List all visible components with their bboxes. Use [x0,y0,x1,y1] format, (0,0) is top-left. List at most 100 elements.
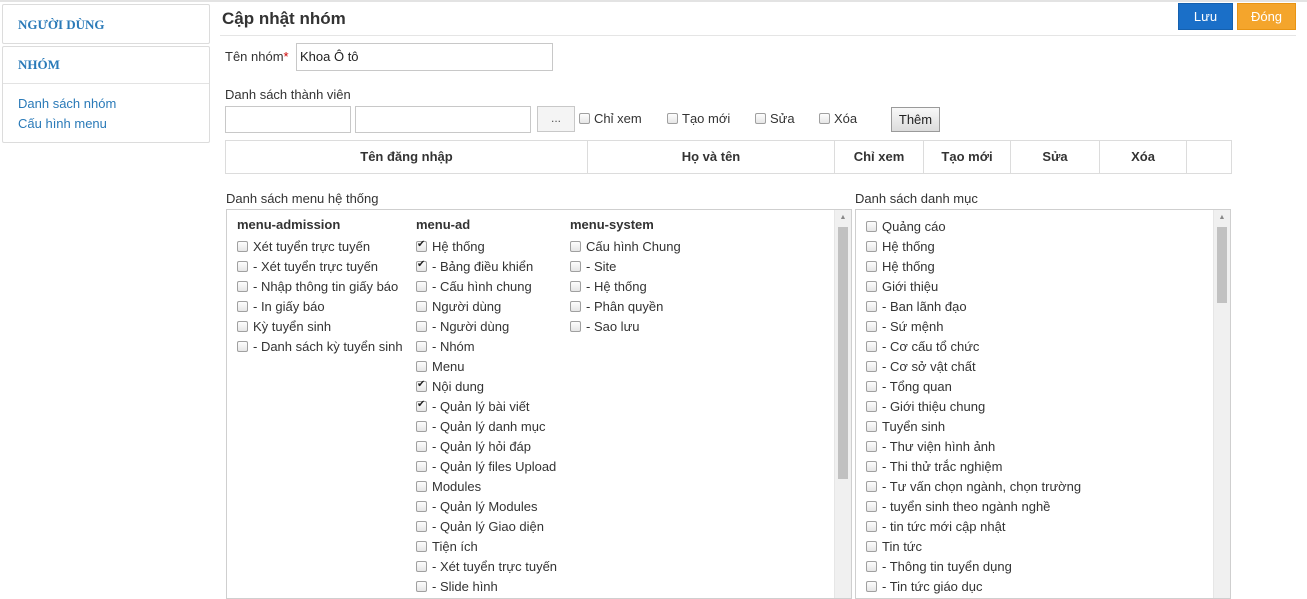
category-checkbox[interactable] [866,360,877,372]
menu-item[interactable]: - Nhập thông tin giấy báo [237,276,403,296]
menu-checkbox[interactable] [237,280,248,292]
category-checkbox[interactable] [866,500,877,512]
member-fullname-input[interactable] [355,106,531,133]
menu-item[interactable]: - Quản lý Modules [416,496,557,516]
category-item[interactable]: - Tin tức giáo dục [866,576,1081,596]
menu-item[interactable]: - Người dùng [416,316,557,336]
menu-checkbox[interactable] [570,280,581,292]
menu-item[interactable]: - Quản lý Giao diện [416,516,557,536]
category-checkbox[interactable] [866,520,877,532]
menu-item[interactable]: - Danh sách kỳ tuyển sinh [237,336,403,356]
category-item[interactable]: Tuyển sinh [866,416,1081,436]
category-list-panel[interactable]: Quảng cáo Hệ thống Hệ thống Giới thiệu - Ban… [855,209,1231,599]
menu-checkbox[interactable] [237,340,248,352]
menu-item[interactable]: - In giấy báo [237,296,403,316]
sidebar-users-heading[interactable]: NGƯỜI DÙNG [3,5,209,45]
category-checkbox[interactable] [866,340,877,352]
sidebar-link-menu-config[interactable]: Cấu hình menu [18,114,209,134]
perm-view-checkbox[interactable] [579,113,590,124]
menu-item[interactable]: - Slide hình [416,576,557,596]
menu-item[interactable]: Hệ thống [416,236,557,256]
menu-checkbox[interactable] [570,300,581,312]
menu-checkbox[interactable] [237,300,248,312]
category-item[interactable]: Hệ thống [866,236,1081,256]
menu-item[interactable]: Nội dung [416,376,557,396]
menu-scrollbar[interactable]: ▲ [834,210,851,598]
category-checkbox[interactable] [866,240,877,252]
menu-item[interactable]: Cấu hình Chung [570,236,681,256]
menu-item[interactable]: - Hệ thống [570,276,681,296]
menu-item[interactable]: Kỳ tuyển sinh [237,316,403,336]
category-item[interactable]: - Giới thiệu chung [866,396,1081,416]
menu-checkbox[interactable] [416,280,427,292]
menu-checkbox[interactable] [237,260,248,272]
menu-item[interactable]: Tiện ích [416,536,557,556]
menu-item[interactable]: - Quản lý danh mục [416,416,557,436]
category-checkbox[interactable] [866,380,877,392]
category-item[interactable]: - Tư vấn chọn ngành, chọn trường [866,476,1081,496]
category-checkbox[interactable] [866,440,877,452]
menu-checkbox[interactable] [416,500,427,512]
menu-checkbox[interactable] [416,379,427,392]
menu-checkbox[interactable] [570,240,581,252]
menu-checkbox[interactable] [416,540,427,552]
category-checkbox[interactable] [866,320,877,332]
category-item[interactable]: - tin tức mới cập nhật [866,516,1081,536]
menu-item[interactable]: - Quản lý hỏi đáp [416,436,557,456]
menu-checkbox[interactable] [416,360,427,372]
perm-delete-option[interactable]: Xóa [819,111,857,126]
menu-checkbox[interactable] [416,259,427,272]
sidebar-groups-heading[interactable]: NHÓM [3,47,209,84]
category-scrollbar[interactable]: ▲ [1213,210,1230,598]
category-checkbox[interactable] [866,400,877,412]
menu-item[interactable]: Xét tuyển trực tuyến [237,236,403,256]
category-item[interactable]: - Sứ mệnh [866,316,1081,336]
category-item[interactable]: - Thi thử trắc nghiệm [866,456,1081,476]
perm-create-option[interactable]: Tạo mới [667,111,730,126]
menu-scroll-thumb[interactable] [838,227,848,479]
category-checkbox[interactable] [866,280,877,292]
menu-checkbox[interactable] [416,300,427,312]
category-item[interactable]: - Tổng quan [866,376,1081,396]
menu-item[interactable]: - Quản lý bài viết [416,396,557,416]
category-checkbox[interactable] [866,420,877,432]
menu-item[interactable]: - Xét tuyển trực tuyến [416,556,557,576]
menu-item[interactable]: - Cấu hình chung [416,276,557,296]
menu-checkbox[interactable] [570,320,581,332]
category-checkbox[interactable] [866,260,877,272]
scroll-up-icon[interactable]: ▲ [835,210,851,226]
category-checkbox[interactable] [866,580,877,592]
menu-checkbox[interactable] [416,239,427,252]
category-checkbox[interactable] [866,220,877,232]
menu-checkbox[interactable] [416,420,427,432]
perm-edit-option[interactable]: Sửa [755,111,795,126]
category-item[interactable]: Giới thiệu [866,276,1081,296]
category-item[interactable]: - Ban lãnh đạo [866,296,1081,316]
menu-item[interactable]: Menu [416,356,557,376]
perm-create-checkbox[interactable] [667,113,678,124]
sidebar-link-group-list[interactable]: Danh sách nhóm [18,94,209,114]
category-item[interactable]: Tin tức [866,536,1081,556]
menu-checkbox[interactable] [416,520,427,532]
menu-item[interactable]: Người dùng [416,296,557,316]
scroll-up-icon[interactable]: ▲ [1214,210,1230,226]
category-item[interactable]: Hệ thống [866,256,1081,276]
browse-users-button[interactable]: ... [537,106,575,132]
menu-checkbox[interactable] [416,580,427,592]
category-scroll-thumb[interactable] [1217,227,1227,303]
category-checkbox[interactable] [866,540,877,552]
category-item[interactable]: - Thông tin tuyển dụng [866,556,1081,576]
category-item[interactable]: Quảng cáo [866,216,1081,236]
category-item[interactable]: - tuyển sinh theo ngành nghề [866,496,1081,516]
menu-item[interactable]: - Site [570,256,681,276]
save-button[interactable]: Lưu [1178,3,1233,30]
close-button[interactable]: Đóng [1237,3,1296,30]
category-checkbox[interactable] [866,460,877,472]
menu-item[interactable]: - Nhóm [416,336,557,356]
menu-checkbox[interactable] [237,320,248,332]
menu-checkbox[interactable] [416,560,427,572]
menu-checkbox[interactable] [237,240,248,252]
category-checkbox[interactable] [866,300,877,312]
menu-item[interactable]: - Phân quyền [570,296,681,316]
menu-checkbox[interactable] [416,440,427,452]
